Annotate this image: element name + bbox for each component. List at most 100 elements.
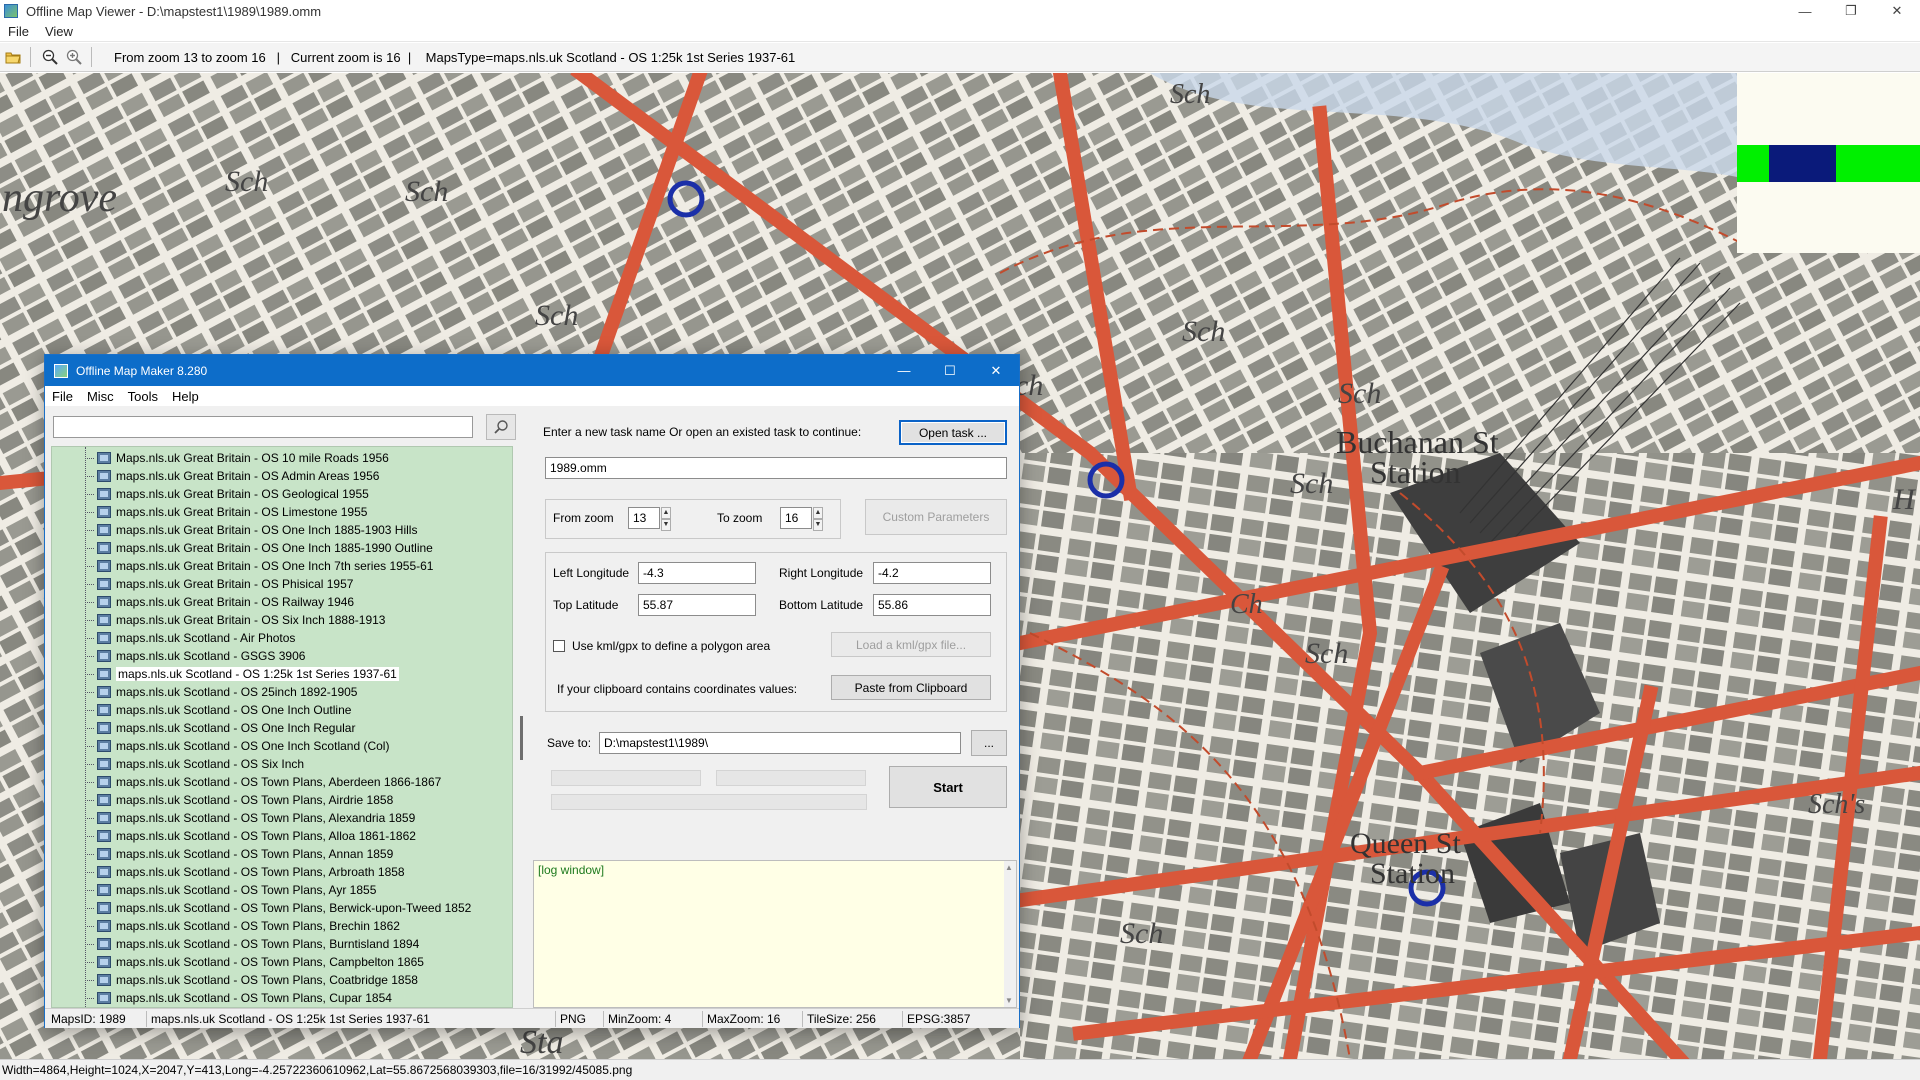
- map-list-item[interactable]: maps.nls.uk Great Britain - OS Phisical …: [52, 575, 512, 593]
- map-list-item[interactable]: maps.nls.uk Scotland - OS Town Plans, Al…: [52, 827, 512, 845]
- map-list-item[interactable]: maps.nls.uk Scotland - OS Town Plans, Br…: [52, 917, 512, 935]
- map-list-item[interactable]: maps.nls.uk Scotland - OS Town Plans, Ab…: [52, 773, 512, 791]
- bottom-latitude-input[interactable]: 55.86: [873, 594, 991, 616]
- map-list-item[interactable]: maps.nls.uk Great Britain - OS One Inch …: [52, 557, 512, 575]
- close-icon[interactable]: ✕: [1874, 0, 1920, 22]
- map-list-item[interactable]: maps.nls.uk Great Britain - OS One Inch …: [52, 539, 512, 557]
- tree-connector: [85, 872, 94, 873]
- dialog-menu-misc[interactable]: Misc: [80, 389, 121, 404]
- open-folder-icon[interactable]: [2, 46, 24, 68]
- from-zoom-label: From zoom: [553, 511, 614, 525]
- map-image-icon: [97, 650, 111, 662]
- scrollbar-thumb[interactable]: [520, 716, 523, 760]
- map-list-item[interactable]: maps.nls.uk Scotland - OS One Inch Regul…: [52, 719, 512, 737]
- status-epsg: EPSG:3857: [907, 1012, 971, 1026]
- map-list-item[interactable]: maps.nls.uk Scotland - OS Town Plans, Al…: [52, 809, 512, 827]
- map-list-item[interactable]: maps.nls.uk Scotland - Air Photos: [52, 629, 512, 647]
- map-list-item[interactable]: maps.nls.uk Scotland - OS Town Plans, Be…: [52, 899, 512, 917]
- from-zoom-spinner[interactable]: ▲ ▼: [661, 507, 671, 531]
- map-list-item[interactable]: maps.nls.uk Scotland - OS One Inch Outli…: [52, 701, 512, 719]
- map-list-item-label: maps.nls.uk Scotland - OS Town Plans, Cu…: [116, 991, 392, 1005]
- map-list-item-label: maps.nls.uk Scotland - OS One Inch Scotl…: [116, 739, 390, 753]
- map-list-item[interactable]: maps.nls.uk Scotland - OS Town Plans, Ar…: [52, 863, 512, 881]
- minimize-icon[interactable]: —: [881, 355, 927, 386]
- close-icon[interactable]: ✕: [973, 355, 1019, 386]
- status-divider: [555, 1011, 556, 1027]
- map-list-item[interactable]: maps.nls.uk Scotland - OS 1:25k 1st Seri…: [52, 665, 512, 683]
- scroll-up-icon[interactable]: ▲: [1005, 863, 1013, 872]
- map-list-item[interactable]: maps.nls.uk Great Britain - OS Six Inch …: [52, 611, 512, 629]
- map-image-icon: [97, 722, 111, 734]
- scroll-down-icon[interactable]: ▼: [1005, 996, 1013, 1005]
- log-scrollbar[interactable]: ▲ ▼: [1004, 861, 1016, 1007]
- map-list-item[interactable]: maps.nls.uk Scotland - OS Town Plans, Ay…: [52, 881, 512, 899]
- save-path-input[interactable]: D:\mapstest1\1989\: [599, 732, 961, 754]
- map-list-item[interactable]: maps.nls.uk Great Britain - OS Limestone…: [52, 503, 512, 521]
- minimap[interactable]: [1737, 73, 1920, 253]
- map-list-item[interactable]: maps.nls.uk Scotland - OS 25inch 1892-19…: [52, 683, 512, 701]
- dialog-menu-help[interactable]: Help: [165, 389, 206, 404]
- map-list-item-label: maps.nls.uk Great Britain - OS One Inch …: [116, 523, 418, 537]
- map-list-item[interactable]: maps.nls.uk Great Britain - OS One Inch …: [52, 521, 512, 539]
- map-list-item[interactable]: maps.nls.uk Great Britain - OS Railway 1…: [52, 593, 512, 611]
- map-image-icon: [97, 524, 111, 536]
- paste-from-clipboard-button[interactable]: Paste from Clipboard: [831, 675, 991, 700]
- map-list-item[interactable]: maps.nls.uk Scotland - OS Town Plans, Bu…: [52, 935, 512, 953]
- map-list-item[interactable]: maps.nls.uk Scotland - OS Town Plans, Cu…: [52, 989, 512, 1007]
- open-task-button[interactable]: Open task ...: [899, 420, 1007, 445]
- log-window[interactable]: [log window] ▲ ▼: [533, 860, 1017, 1008]
- map-image-icon: [97, 884, 111, 896]
- dialog-title: Offline Map Maker 8.280: [76, 363, 208, 378]
- restore-icon[interactable]: ❐: [1828, 0, 1874, 22]
- bottom-latitude-label: Bottom Latitude: [779, 598, 864, 612]
- map-list-item[interactable]: maps.nls.uk Scotland - OS Town Plans, An…: [52, 845, 512, 863]
- search-input[interactable]: [53, 416, 473, 438]
- map-list-item[interactable]: maps.nls.uk Scotland - OS Town Plans, Ai…: [52, 791, 512, 809]
- map-list-item[interactable]: maps.nls.uk Scotland - OS Town Plans, Ca…: [52, 953, 512, 971]
- tree-connector: [85, 638, 94, 639]
- zoom-in-icon[interactable]: [63, 46, 85, 68]
- map-image-icon: [97, 578, 111, 590]
- search-button[interactable]: [486, 414, 516, 440]
- minimap-viewport[interactable]: [1769, 145, 1836, 182]
- dialog-menu-tools[interactable]: Tools: [121, 389, 165, 404]
- tree-scrollbar[interactable]: [517, 446, 527, 1008]
- start-button[interactable]: Start: [889, 766, 1007, 808]
- map-list-item[interactable]: maps.nls.uk Scotland - OS Town Plans, Co…: [52, 971, 512, 989]
- left-longitude-label: Left Longitude: [553, 566, 630, 580]
- task-name-input[interactable]: 1989.omm: [545, 457, 1007, 479]
- status-min-zoom: MinZoom: 4: [608, 1012, 672, 1026]
- map-list-item[interactable]: maps.nls.uk Scotland - OS One Inch Scotl…: [52, 737, 512, 755]
- zoom-out-icon[interactable]: [39, 46, 61, 68]
- from-zoom-input[interactable]: 13: [628, 507, 660, 529]
- map-list-item[interactable]: maps.nls.uk Great Britain - OS Admin Are…: [52, 467, 512, 485]
- right-longitude-input[interactable]: -4.2: [873, 562, 991, 584]
- to-zoom-spinner[interactable]: ▲ ▼: [813, 507, 823, 531]
- menu-view[interactable]: View: [37, 24, 81, 39]
- maximize-icon[interactable]: ☐: [927, 355, 973, 386]
- custom-parameters-button[interactable]: Custom Parameters: [865, 499, 1007, 535]
- use-kml-checkbox[interactable]: [553, 640, 565, 652]
- map-list-item[interactable]: maps.nls.uk Scotland - OS Six Inch: [52, 755, 512, 773]
- status-divider: [146, 1011, 147, 1027]
- map-list-item[interactable]: maps.nls.uk Great Britain - OS Geologica…: [52, 485, 512, 503]
- minimize-icon[interactable]: —: [1782, 0, 1828, 22]
- left-longitude-input[interactable]: -4.3: [638, 562, 756, 584]
- menu-file[interactable]: File: [0, 24, 37, 39]
- load-kml-button[interactable]: Load a kml/gpx file...: [831, 632, 991, 657]
- task-settings-pane: Enter a new task name Or open an existed…: [531, 406, 1019, 1008]
- tree-connector: [85, 908, 94, 909]
- browse-button[interactable]: ...: [971, 730, 1007, 756]
- map-list-item-label: maps.nls.uk Scotland - OS Town Plans, Ay…: [116, 883, 377, 897]
- right-longitude-label: Right Longitude: [779, 566, 864, 580]
- map-label: H: [1892, 483, 1917, 516]
- map-list-item[interactable]: Maps.nls.uk Great Britain - OS 10 mile R…: [52, 449, 512, 467]
- status-tile-size: TileSize: 256: [807, 1012, 876, 1026]
- maps-tree[interactable]: Maps.nls.uk Great Britain - OS 10 mile R…: [51, 446, 513, 1008]
- map-label: ngrove: [2, 175, 117, 221]
- dialog-menu-file[interactable]: File: [45, 389, 80, 404]
- to-zoom-input[interactable]: 16: [780, 507, 812, 529]
- map-list-item[interactable]: maps.nls.uk Scotland - GSGS 3906: [52, 647, 512, 665]
- top-latitude-input[interactable]: 55.87: [638, 594, 756, 616]
- toolbar-separator: [91, 47, 92, 67]
